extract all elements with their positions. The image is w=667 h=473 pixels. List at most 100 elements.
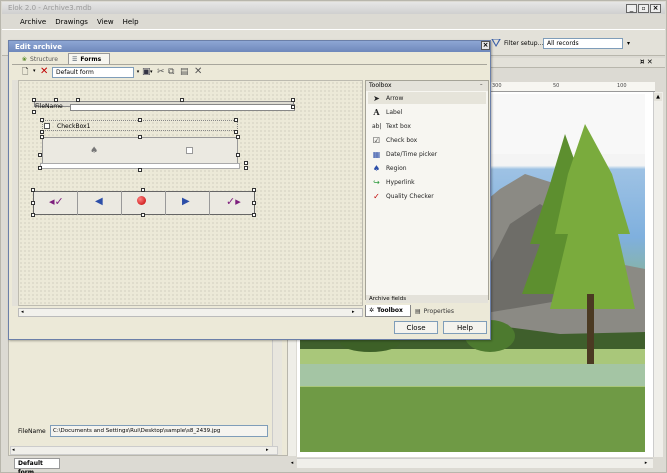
delete-icon[interactable]: ✕ bbox=[194, 66, 202, 78]
handle[interactable] bbox=[234, 118, 238, 122]
handle[interactable] bbox=[31, 201, 35, 205]
toolbox-item-label[interactable]: A Label bbox=[372, 106, 402, 118]
hscroll-left-icon[interactable]: ◂ bbox=[12, 447, 15, 453]
form-viewer-hscrollbar[interactable] bbox=[10, 446, 278, 455]
default-form-tab[interactable]: Default form bbox=[14, 458, 60, 473]
minimize-button[interactable]: _ bbox=[626, 4, 637, 13]
handle[interactable] bbox=[180, 98, 184, 102]
canvas-hscrollbar[interactable] bbox=[18, 308, 363, 317]
panel-tab-toolbox[interactable]: ✲ Toolbox bbox=[365, 305, 411, 317]
handle[interactable] bbox=[244, 166, 248, 170]
handle[interactable] bbox=[31, 188, 35, 192]
dialog-titlebar: Edit archive bbox=[9, 41, 490, 52]
toolbox-item-arrow[interactable]: ➤ Arrow bbox=[368, 92, 486, 104]
maximize-button[interactable]: ▫ bbox=[638, 4, 649, 13]
region-checkbox[interactable] bbox=[186, 147, 193, 154]
form-select[interactable]: Default form bbox=[52, 67, 134, 78]
handle[interactable] bbox=[252, 188, 256, 192]
handle[interactable] bbox=[141, 188, 145, 192]
canvas-scroll-right-icon[interactable]: ▸ bbox=[352, 309, 361, 316]
handle[interactable] bbox=[244, 161, 248, 165]
panel-tab-properties-label: Properties bbox=[423, 307, 454, 315]
next-record-icon[interactable]: ▶ bbox=[182, 196, 190, 207]
menu-archive[interactable]: Archive bbox=[20, 18, 46, 26]
handle[interactable] bbox=[236, 153, 240, 157]
toolbox-item-region[interactable]: ♠ Region bbox=[372, 162, 407, 174]
save-dropdown-icon[interactable]: ▾ bbox=[150, 67, 153, 78]
dialog-close-icon[interactable]: × bbox=[481, 41, 490, 50]
form-filename-label[interactable]: FileName bbox=[35, 103, 63, 110]
bottom-filename-field[interactable]: C:\Documents and Settings\Rui\Desktop\sa… bbox=[50, 425, 268, 437]
image-vscrollbar[interactable] bbox=[653, 92, 663, 457]
handle[interactable] bbox=[141, 213, 145, 217]
close-button[interactable]: Close bbox=[394, 321, 438, 334]
archive-fields-header[interactable]: Archive fields bbox=[366, 295, 488, 303]
handle[interactable] bbox=[252, 213, 256, 217]
toolbox-item-quality[interactable]: ✓ Quality Checker bbox=[372, 190, 434, 202]
cut-icon[interactable]: ✂ bbox=[157, 67, 165, 78]
new-form-icon[interactable]: 🗋 bbox=[22, 67, 32, 77]
tab-structure[interactable]: ❀ Structure bbox=[22, 54, 66, 64]
paste-icon[interactable]: ▤ bbox=[180, 67, 189, 78]
first-record-icon[interactable]: ◂✓ bbox=[49, 195, 64, 208]
filter-icon[interactable]: ⛛ bbox=[491, 36, 503, 50]
new-dropdown-icon[interactable]: ▾ bbox=[33, 68, 36, 74]
form-select-chevron-icon[interactable]: ▾ bbox=[134, 67, 142, 78]
close-window-button[interactable]: × bbox=[650, 4, 661, 13]
handle[interactable] bbox=[236, 135, 240, 139]
handle[interactable] bbox=[31, 213, 35, 217]
form-filename-field[interactable] bbox=[70, 104, 295, 111]
handle[interactable] bbox=[38, 153, 42, 157]
handle[interactable] bbox=[40, 130, 44, 134]
scroll-up-icon[interactable]: ▲ bbox=[654, 93, 662, 101]
panel-tab-toolbox-label: Toolbox bbox=[377, 307, 403, 314]
handle[interactable] bbox=[291, 105, 295, 109]
handle[interactable] bbox=[32, 110, 36, 114]
handle[interactable] bbox=[40, 135, 44, 139]
chevron-down-icon[interactable]: ▾ bbox=[624, 38, 633, 49]
panel-pin-icon[interactable]: ¤ ✕ bbox=[640, 58, 653, 66]
last-record-icon[interactable]: ✓▸ bbox=[226, 195, 241, 208]
toolbox-title: Toolbox bbox=[366, 81, 488, 91]
panel-tab-properties[interactable]: ▤ Properties bbox=[412, 305, 464, 317]
hscroll-right-icon[interactable]: ▸ bbox=[266, 447, 269, 453]
stop-record-icon[interactable] bbox=[137, 196, 146, 205]
menu-help[interactable]: Help bbox=[123, 18, 139, 26]
previous-record-icon[interactable]: ◀ bbox=[95, 196, 103, 207]
form-viewer-vscrollbar[interactable] bbox=[272, 330, 282, 455]
canvas-scroll-left-icon[interactable]: ◂ bbox=[21, 309, 30, 316]
handle[interactable] bbox=[40, 118, 44, 122]
handle[interactable] bbox=[38, 166, 42, 170]
filter-setup-label[interactable]: Filter setup... bbox=[504, 40, 543, 47]
handle[interactable] bbox=[291, 98, 295, 102]
handle[interactable] bbox=[138, 168, 142, 172]
handle[interactable] bbox=[138, 135, 142, 139]
bottom-filename-label: FileName bbox=[18, 428, 46, 435]
scroll-left-icon[interactable]: ◂ bbox=[288, 459, 296, 467]
menu-view[interactable]: View bbox=[97, 18, 114, 26]
scroll-right-icon[interactable]: ▸ bbox=[642, 459, 650, 467]
delete-form-icon[interactable]: ✕ bbox=[40, 66, 48, 78]
splitter[interactable] bbox=[288, 336, 296, 456]
structure-icon: ❀ bbox=[22, 55, 28, 63]
handle[interactable] bbox=[252, 201, 256, 205]
handle[interactable] bbox=[54, 98, 58, 102]
toolbox-collapse-icon[interactable]: – bbox=[480, 82, 483, 88]
checkbox-icon: ☑ bbox=[372, 135, 381, 145]
image-hscrollbar[interactable] bbox=[297, 458, 653, 468]
toolbox-item-datetime[interactable]: ▦ Date/Time picker bbox=[372, 148, 437, 160]
records-select[interactable]: All records bbox=[543, 38, 623, 49]
app-title: Elok 2.0 - Archive3.mdb bbox=[8, 4, 92, 12]
handle[interactable] bbox=[234, 130, 238, 134]
tab-forms[interactable]: ☰ Forms bbox=[68, 53, 110, 64]
handle[interactable] bbox=[76, 98, 80, 102]
menu-drawings[interactable]: Drawings bbox=[55, 18, 88, 26]
toolbox-item-hyperlink[interactable]: ↪ Hyperlink bbox=[372, 176, 415, 188]
toolbox-item-textbox[interactable]: ab| Text box bbox=[372, 120, 411, 132]
handle[interactable] bbox=[138, 118, 142, 122]
handle[interactable] bbox=[32, 98, 36, 102]
toolbox-item-label: Arrow bbox=[386, 94, 404, 102]
help-button[interactable]: Help bbox=[443, 321, 487, 334]
toolbox-item-checkbox[interactable]: ☑ Check box bbox=[372, 134, 417, 146]
copy-icon[interactable]: ⧉ bbox=[168, 67, 174, 78]
